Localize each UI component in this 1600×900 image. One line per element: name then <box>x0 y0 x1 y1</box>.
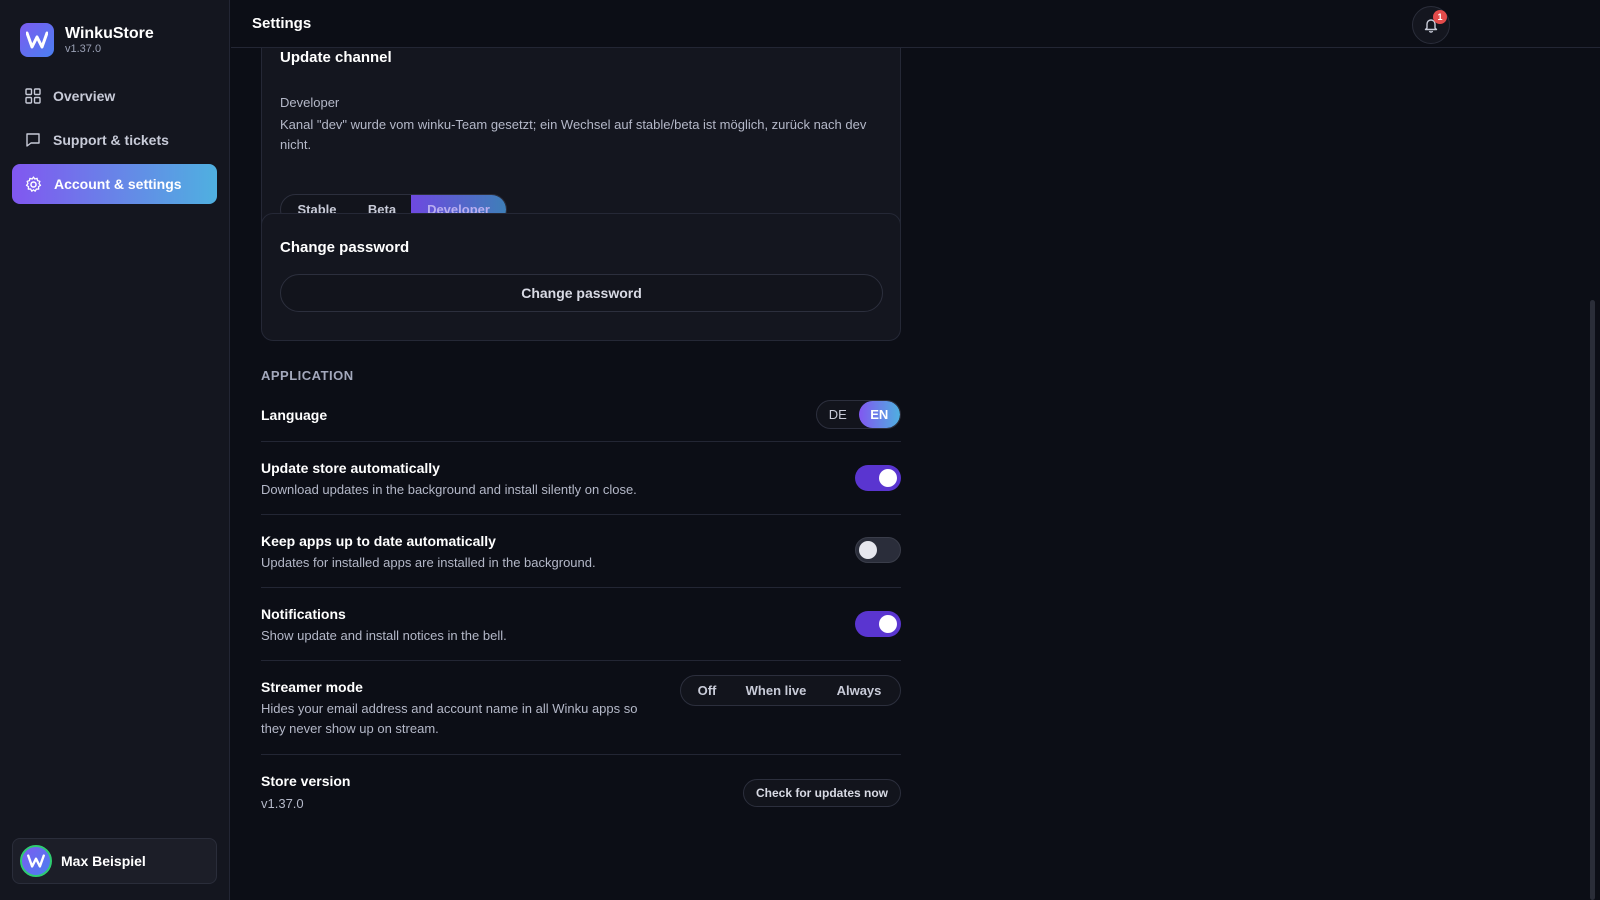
settings-content: Update channel Developer Kanal "dev" wur… <box>231 48 1600 900</box>
language-selector: DE EN <box>816 400 901 429</box>
notification-badge: 1 <box>1433 10 1447 24</box>
store-version-row: Store version v1.37.0 Check for updates … <box>261 755 901 825</box>
change-password-button[interactable]: Change password <box>280 274 883 312</box>
update-store-toggle[interactable] <box>855 465 901 491</box>
keep-apps-title: Keep apps up to date automatically <box>261 533 496 549</box>
application-section-label: APPLICATION <box>261 368 354 383</box>
language-option-en[interactable]: EN <box>858 401 900 428</box>
update-store-description: Download updates in the background and i… <box>261 482 637 497</box>
notifications-row: Notifications Show update and install no… <box>261 588 901 661</box>
notifications-button[interactable]: 1 <box>1412 6 1450 44</box>
sidebar-item-label: Account & settings <box>54 176 182 192</box>
brand: WinkuStore v1.37.0 <box>20 23 154 57</box>
keep-apps-description: Updates for installed apps are installed… <box>261 555 596 570</box>
app-logo-icon <box>20 23 54 57</box>
grid-icon <box>25 88 41 104</box>
chat-icon <box>26 133 40 147</box>
streamer-option-off[interactable]: Off <box>681 676 733 705</box>
sidebar-item-overview[interactable]: Overview <box>12 76 217 116</box>
app-window: WinkuStore v1.37.0 Overview Support & ti… <box>0 0 1600 900</box>
notifications-title: Notifications <box>261 606 346 622</box>
user-card[interactable]: Max Beispiel <box>12 838 217 884</box>
streamer-mode-row: Streamer mode Hides your email address a… <box>261 661 901 755</box>
top-header: Settings 1 <box>231 0 1600 48</box>
app-version: v1.37.0 <box>65 42 102 55</box>
language-row: Language DE EN <box>261 396 901 442</box>
app-name: WinkuStore <box>65 24 154 42</box>
notifications-toggle[interactable] <box>855 611 901 637</box>
sidebar-item-label: Overview <box>53 88 116 104</box>
check-updates-button[interactable]: Check for updates now <box>743 779 901 807</box>
sidebar-nav: Overview Support & tickets Account & set… <box>12 76 217 208</box>
update-store-row: Update store automatically Download upda… <box>261 442 901 515</box>
page-title: Settings <box>252 15 312 32</box>
gear-icon <box>25 175 42 192</box>
sidebar-item-label: Support & tickets <box>53 132 169 148</box>
streamer-mode-description: Hides your email address and account nam… <box>261 701 638 736</box>
sidebar-item-account-settings[interactable]: Account & settings <box>12 164 217 204</box>
store-version-title: Store version <box>261 773 351 789</box>
streamer-option-always[interactable]: Always <box>819 676 899 705</box>
sidebar-item-support[interactable]: Support & tickets <box>12 120 217 160</box>
streamer-mode-title: Streamer mode <box>261 679 363 695</box>
streamer-option-when-live[interactable]: When live <box>733 676 819 705</box>
streamer-mode-selector: Off When live Always <box>680 675 901 706</box>
update-channel-title: Update channel <box>280 49 392 66</box>
update-channel-current: Developer <box>280 95 340 110</box>
update-store-title: Update store automatically <box>261 460 440 476</box>
language-option-de[interactable]: DE <box>817 401 859 428</box>
user-name: Max Beispiel <box>61 853 146 869</box>
update-channel-description: Kanal "dev" wurde vom winku-Team gesetzt… <box>280 117 867 152</box>
sidebar: WinkuStore v1.37.0 Overview Support & ti… <box>0 0 230 900</box>
avatar <box>20 845 52 877</box>
change-password-title: Change password <box>280 239 410 256</box>
keep-apps-row: Keep apps up to date automatically Updat… <box>261 515 901 588</box>
notifications-description: Show update and install notices in the b… <box>261 628 507 643</box>
change-password-card: Change password Change password <box>261 213 901 341</box>
scrollbar[interactable] <box>1590 300 1595 900</box>
language-title: Language <box>261 407 328 423</box>
store-version-value: v1.37.0 <box>261 796 304 811</box>
keep-apps-toggle[interactable] <box>855 537 901 563</box>
